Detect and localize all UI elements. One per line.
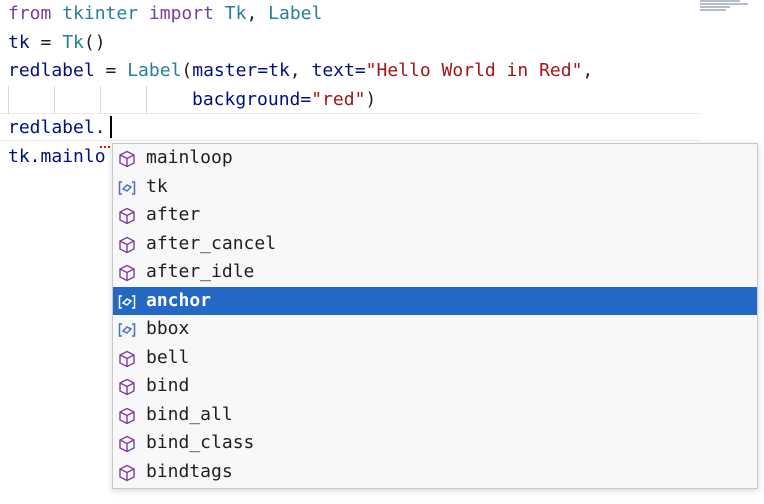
close-paren: ) — [365, 89, 377, 110]
suggestion-item[interactable]: mainloop — [113, 144, 757, 173]
text-string: "Hello World in Red" — [365, 60, 583, 81]
method-cube-icon — [118, 235, 136, 253]
keyword-import: import — [148, 3, 214, 24]
suggestion-label: bind_class — [146, 432, 255, 453]
code-line-4[interactable]: background="red") — [192, 86, 376, 114]
suggestion-label: tk — [146, 175, 168, 197]
suggestion-item[interactable]: bell — [113, 344, 757, 373]
suggestion-item[interactable]: bind_class — [113, 429, 757, 458]
suggestion-item[interactable]: bind — [113, 372, 757, 401]
suggestion-label: after_idle — [146, 261, 255, 282]
suggestion-label: mainloop — [146, 147, 233, 168]
method-cube-icon — [118, 149, 136, 168]
suggestion-label: anchor — [146, 289, 212, 311]
field-variable-icon — [118, 292, 136, 310]
minimap[interactable] — [700, 0, 750, 14]
suggestion-label: after — [146, 204, 201, 225]
suggestion-item[interactable]: bindtags — [113, 458, 757, 487]
mainloop-partial: tk.mainlo — [8, 146, 106, 167]
method-cube-icon — [118, 406, 136, 424]
code-line-6[interactable]: tk.mainlo — [8, 143, 106, 171]
module-name: tkinter — [62, 3, 139, 24]
method-cube-icon — [118, 349, 136, 367]
suggestion-item[interactable]: after_cancel — [113, 230, 757, 259]
field-variable-icon — [118, 178, 136, 196]
suggest-widget[interactable]: mainloop tk after after_cancel after_idleanc… — [112, 143, 758, 489]
var-redlabel-2: redlabel — [8, 117, 95, 138]
var-tk: tk — [8, 32, 30, 53]
code-line-3[interactable]: redlabel = Label(master=tk, text="Hello … — [8, 57, 593, 85]
indent-guide — [100, 86, 101, 114]
background-kw: background= — [192, 89, 312, 110]
assign-op: = — [29, 32, 63, 53]
code-line-5[interactable]: redlabel. — [8, 114, 106, 142]
keyword-from: from — [8, 3, 52, 24]
indent-guide — [54, 86, 55, 114]
suggestion-label: bindtags — [146, 460, 233, 482]
method-cube-icon — [118, 263, 136, 282]
arg-comma: , — [289, 60, 312, 81]
import-tk: Tk — [224, 3, 247, 24]
indent-guide — [146, 86, 147, 114]
open-paren: ( — [181, 60, 193, 81]
import-comma: , — [246, 3, 258, 24]
method-cube-icon — [118, 377, 136, 396]
indent-guide — [8, 86, 9, 114]
assign-op: = — [94, 60, 128, 81]
suggestion-label: bind_all — [146, 403, 233, 425]
master-arg: master=tk — [192, 60, 290, 81]
var-redlabel: redlabel — [8, 60, 95, 81]
suggestion-item[interactable]: tk — [113, 173, 757, 202]
suggestion-item[interactable]: after — [113, 201, 757, 230]
field-variable-icon — [118, 320, 136, 338]
import-label: Label — [268, 3, 323, 24]
suggestion-label: bind — [146, 375, 190, 396]
code-line-1[interactable]: from tkinter import Tk, Label — [8, 0, 322, 28]
code-line-2[interactable]: tk = Tk() — [8, 29, 106, 57]
text-cursor — [110, 116, 112, 138]
suggestion-item[interactable]: after_idle — [113, 258, 757, 287]
suggestion-item[interactable]: anchor — [113, 286, 757, 315]
method-cube-icon — [118, 206, 136, 225]
method-cube-icon — [118, 434, 136, 453]
text-kw: text= — [311, 60, 366, 81]
suggestion-label: bbox — [146, 318, 190, 339]
member-dot: . — [94, 117, 106, 138]
label-class: Label — [127, 60, 182, 81]
suggestion-item[interactable]: bbox — [113, 315, 757, 344]
call-parens: () — [83, 32, 106, 53]
suggestion-item[interactable]: bind_all — [113, 401, 757, 430]
tk-call: Tk — [62, 32, 84, 53]
suggestion-label: after_cancel — [146, 232, 277, 254]
background-string: "red" — [311, 89, 366, 110]
arg-comma-2: , — [582, 60, 594, 81]
method-cube-icon — [118, 463, 136, 481]
suggestion-label: bell — [146, 346, 190, 368]
